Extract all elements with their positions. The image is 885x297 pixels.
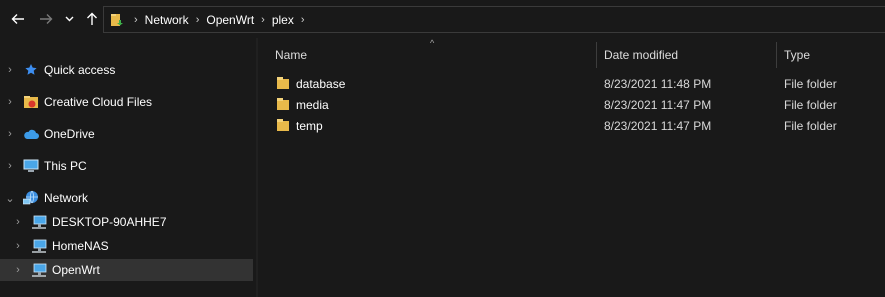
star-icon	[23, 62, 39, 78]
column-header-label: Date modified	[604, 48, 679, 62]
network-icon	[23, 190, 39, 206]
breadcrumb-openwrt[interactable]: OpenWrt	[203, 13, 257, 27]
sidebar-item-homenas[interactable]: › HomeNAS	[0, 235, 253, 257]
arrow-up-icon	[87, 12, 97, 25]
file-row-temp[interactable]: temp 8/23/2021 11:47 PM File folder	[272, 115, 885, 136]
sidebar-item-creative-cloud[interactable]: › Creative Cloud Files	[0, 91, 253, 113]
file-name: temp	[296, 118, 323, 133]
file-name: media	[296, 97, 329, 112]
forward-button[interactable]	[36, 9, 56, 29]
network-computer-icon	[31, 214, 47, 230]
sidebar-item-label: OneDrive	[44, 127, 95, 141]
file-list: ^ Name Date modified Type database 8/23/…	[258, 38, 885, 297]
sidebar-item-network[interactable]: ⌄ Network	[0, 187, 253, 209]
file-type: File folder	[784, 76, 837, 91]
sidebar-item-openwrt[interactable]: › OpenWrt	[0, 259, 253, 281]
file-type: File folder	[784, 118, 837, 133]
arrow-left-icon	[11, 14, 24, 24]
file-date: 8/23/2021 11:48 PM	[604, 76, 712, 91]
sidebar-item-quick-access[interactable]: › Quick access	[0, 59, 253, 81]
sidebar-item-this-pc[interactable]: › This PC	[0, 155, 253, 177]
back-button[interactable]	[8, 9, 28, 29]
file-row-media[interactable]: media 8/23/2021 11:47 PM File folder	[272, 94, 885, 115]
chevron-right-icon[interactable]: ›	[4, 64, 16, 76]
chevron-right-icon[interactable]: ›	[4, 96, 16, 108]
column-header-date[interactable]: Date modified	[604, 38, 774, 72]
file-date: 8/23/2021 11:47 PM	[604, 97, 712, 112]
column-resize-handle[interactable]	[776, 42, 777, 68]
breadcrumb-plex[interactable]: plex	[269, 13, 297, 27]
up-button[interactable]	[82, 9, 102, 29]
address-bar[interactable]: › Network › OpenWrt › plex ›	[103, 6, 885, 33]
breadcrumb-separator[interactable]: ›	[130, 14, 142, 26]
chevron-right-icon[interactable]: ›	[12, 240, 24, 252]
navigation-pane: › Quick access › Creative Cloud Files › …	[0, 38, 256, 297]
network-computer-icon	[31, 238, 47, 254]
file-name: database	[296, 76, 346, 91]
folder-icon	[277, 98, 289, 110]
breadcrumb-separator[interactable]: ›	[192, 14, 204, 26]
column-header-label: Type	[784, 48, 811, 62]
sidebar-item-label: Network	[44, 191, 89, 205]
sidebar-item-onedrive[interactable]: › OneDrive	[0, 123, 253, 145]
address-folder-icon	[104, 7, 130, 32]
sidebar-item-label: Creative Cloud Files	[44, 95, 153, 109]
sidebar-item-desktop-90ahhe7[interactable]: › DESKTOP-90AHHE7	[0, 211, 253, 233]
breadcrumb-separator[interactable]: ›	[297, 14, 309, 26]
column-header-type[interactable]: Type	[784, 38, 884, 72]
chevron-down-icon	[65, 16, 73, 22]
recent-locations-button[interactable]	[62, 9, 76, 29]
sidebar-item-label: Quick access	[44, 63, 116, 77]
arrow-right-icon	[40, 14, 53, 24]
chevron-right-icon[interactable]: ›	[12, 216, 24, 228]
network-computer-icon	[31, 262, 47, 278]
chevron-right-icon[interactable]: ›	[4, 160, 16, 172]
computer-icon	[23, 158, 39, 174]
file-type: File folder	[784, 97, 837, 112]
sidebar-item-label: DESKTOP-90AHHE7	[52, 215, 167, 229]
sidebar-item-label: OpenWrt	[52, 263, 100, 277]
navigation-bar: › Network › OpenWrt › plex ›	[0, 0, 885, 38]
sidebar-item-label: HomeNAS	[52, 239, 109, 253]
folder-icon	[277, 119, 289, 131]
file-row-database[interactable]: database 8/23/2021 11:48 PM File folder	[272, 73, 885, 94]
folder-icon	[277, 77, 289, 89]
chevron-right-icon[interactable]: ›	[12, 264, 24, 276]
creative-cloud-folder-icon	[23, 94, 39, 110]
chevron-right-icon[interactable]: ›	[4, 128, 16, 140]
breadcrumb-network[interactable]: Network	[142, 13, 192, 27]
column-header-label: Name	[275, 48, 308, 62]
cloud-icon	[23, 126, 39, 142]
column-header-name[interactable]: Name	[275, 38, 595, 72]
column-resize-handle[interactable]	[596, 42, 597, 68]
file-date: 8/23/2021 11:47 PM	[604, 118, 712, 133]
sidebar-item-label: This PC	[44, 159, 87, 173]
chevron-down-icon[interactable]: ⌄	[4, 192, 16, 205]
breadcrumb-separator[interactable]: ›	[257, 14, 269, 26]
